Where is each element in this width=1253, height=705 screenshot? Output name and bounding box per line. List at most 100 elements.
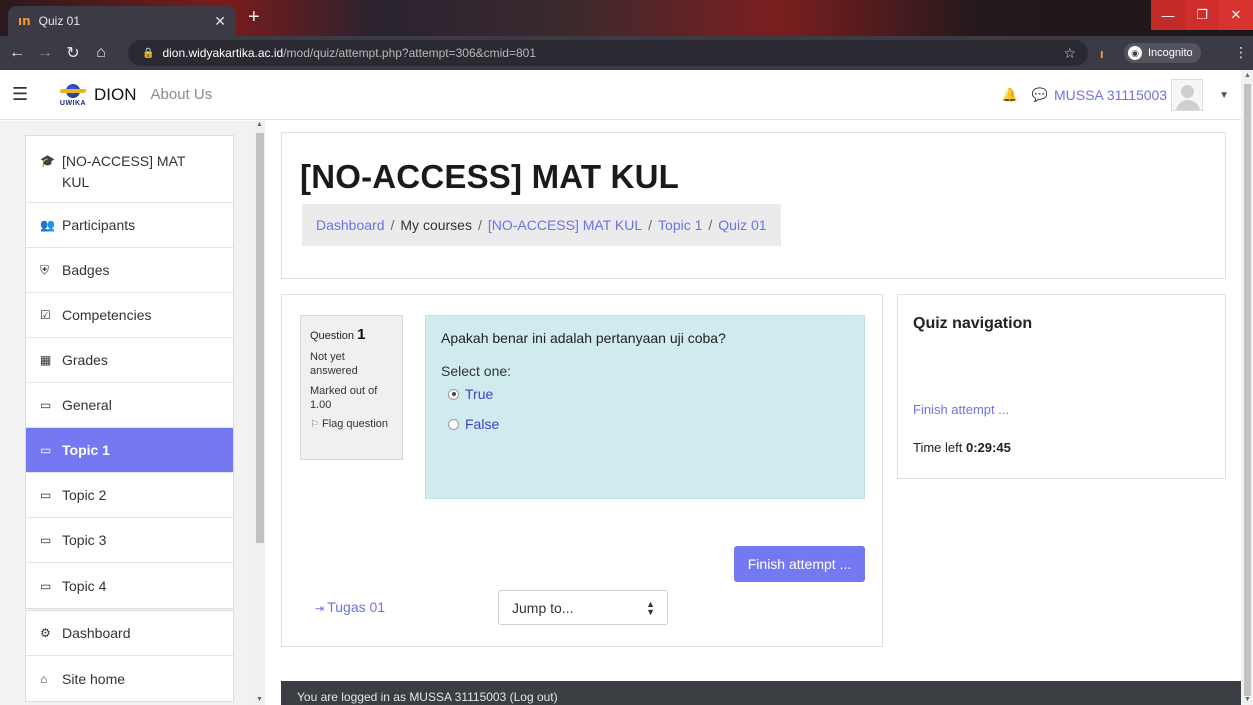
jump-to-value: Jump to...: [512, 599, 574, 616]
forward-icon[interactable]: →: [34, 44, 56, 62]
user-menu-caret-icon[interactable]: ▼: [1219, 90, 1229, 101]
site-logo[interactable]: UWIKA: [52, 82, 94, 107]
radio-false[interactable]: [448, 418, 459, 430]
jump-to-select[interactable]: Jump to... ▲ ▼: [498, 590, 668, 625]
users-icon: 👥: [40, 218, 55, 232]
footer-login-info: You are logged in as MUSSA 31115003 (Log…: [297, 690, 558, 704]
previous-activity-link[interactable]: ⇥ Tugas 01: [315, 599, 385, 615]
time-left: Time left 0:29:45: [913, 440, 1011, 455]
scroll-up-icon[interactable]: ▲: [256, 121, 263, 128]
sidebar-item-label: Participants: [62, 217, 136, 233]
incognito-label: Incognito: [1148, 47, 1193, 59]
sidebar-item-label: Topic 4: [62, 577, 107, 594]
finish-attempt-button[interactable]: Finish attempt ...: [734, 546, 865, 582]
sidebar-item-label: Badges: [62, 262, 110, 278]
answer-label-false: False: [465, 416, 500, 432]
sidebar-item-topic-2[interactable]: ▭ Topic 2: [26, 473, 233, 518]
question-mark: Marked out of 1.00: [310, 385, 378, 411]
browser-menu-icon[interactable]: ⋮: [1234, 44, 1248, 61]
sidebar-scroll-thumb[interactable]: [256, 133, 264, 543]
sidebar-item-dashboard[interactable]: ⚙ Dashboard: [26, 611, 233, 656]
breadcrumb-separator: /: [708, 217, 713, 233]
table-icon: ▦: [40, 353, 52, 367]
quiz-navigation-block: Quiz navigation Finish attempt ... Time …: [897, 294, 1226, 479]
sidebar-item-label: Dashboard: [62, 625, 131, 641]
home-browser-icon[interactable]: ⌂: [90, 44, 112, 62]
sidebar-item-participants[interactable]: 👥 Participants: [26, 203, 233, 248]
user-name-link[interactable]: MUSSA 31115003: [1054, 87, 1167, 103]
incognito-badge[interactable]: ◉ Incognito: [1124, 43, 1201, 63]
sidebar-scrollbar[interactable]: ▲ ▼: [254, 121, 265, 705]
sidebar-item-label: Topic 1: [62, 442, 110, 458]
finish-attempt-link[interactable]: Finish attempt ...: [913, 402, 1009, 417]
answer-label-true: True: [465, 386, 494, 402]
scroll-down-icon[interactable]: ▼: [256, 696, 263, 703]
page-title: [NO-ACCESS] MAT KUL: [300, 158, 679, 195]
moodle-favicon-icon: ın: [18, 14, 31, 28]
globe-logo-icon: [60, 82, 86, 100]
logo-text: UWIKA: [59, 100, 87, 107]
scroll-up-icon[interactable]: ▲: [1244, 72, 1251, 79]
flag-icon: ⚐: [310, 419, 319, 430]
sidebar-item-topic-1[interactable]: ▭ Topic 1: [26, 428, 233, 473]
arrow-left-icon: ⇥: [315, 603, 325, 615]
flag-question-button[interactable]: ⚐ Flag question: [310, 418, 402, 430]
question-info: Question 1 Not yet answered Marked out o…: [300, 315, 403, 460]
minimize-icon[interactable]: —: [1151, 0, 1185, 30]
sidebar-item-general[interactable]: ▭ General: [26, 383, 233, 428]
breadcrumb-separator: /: [648, 217, 653, 233]
flag-question-label: Flag question: [321, 418, 389, 430]
sidebar-item-course[interactable]: 🎓 [NO-ACCESS] MAT KUL: [26, 136, 233, 203]
sidebar-item-badges[interactable]: ⛨ Badges: [26, 248, 233, 293]
bookmark-star-icon[interactable]: ☆: [1063, 45, 1076, 62]
time-left-value: 0:29:45: [965, 440, 1011, 455]
previous-activity-label: Tugas 01: [327, 599, 386, 615]
messages-chat-icon[interactable]: 💬: [1032, 87, 1048, 103]
sidebar-site-group: ⚙ Dashboard ⌂ Site home: [25, 610, 234, 702]
address-bar[interactable]: 🔒 dion.widyakartika.ac.id /mod/quiz/atte…: [128, 40, 1088, 66]
answer-option-true[interactable]: True: [448, 385, 849, 403]
browser-tab[interactable]: ın Quiz 01 ✕: [8, 6, 236, 36]
avatar[interactable]: [1171, 79, 1204, 111]
user-menu-area: 🔔 💬 MUSSA 31115003 ▼: [1002, 70, 1241, 120]
about-us-link[interactable]: About Us: [151, 86, 213, 103]
sidebar-item-competencies[interactable]: ☑ Competencies: [26, 293, 233, 338]
breadcrumb-course[interactable]: [NO-ACCESS] MAT KUL: [488, 217, 642, 233]
page-scrollbar[interactable]: ▲ ▼: [1241, 70, 1253, 705]
sidebar-item-grades[interactable]: ▦ Grades: [26, 338, 233, 383]
url-path: /mod/quiz/attempt.php?attempt=306&cmid=8…: [283, 46, 537, 60]
notifications-bell-icon[interactable]: 🔔: [1002, 87, 1018, 103]
sidebar-item-label: Topic 2: [62, 487, 107, 503]
reload-icon[interactable]: ↻: [62, 43, 84, 63]
extension-icon[interactable]: ı: [1100, 46, 1104, 61]
restore-icon[interactable]: ❐: [1185, 0, 1219, 30]
window-close-icon[interactable]: ✕: [1219, 0, 1253, 30]
scroll-down-icon[interactable]: ▼: [1244, 696, 1251, 703]
answer-option-false[interactable]: False: [448, 415, 849, 433]
folder-icon: ▭: [40, 488, 52, 502]
site-brand[interactable]: DION: [94, 85, 137, 105]
sidebar-item-topic-4[interactable]: ▭ Topic 4: [26, 563, 233, 608]
sidebar-item-site-home[interactable]: ⌂ Site home: [26, 656, 233, 701]
breadcrumb-dashboard[interactable]: Dashboard: [316, 217, 385, 233]
breadcrumb-topic[interactable]: Topic 1: [658, 217, 702, 233]
shield-icon: ⛨: [40, 262, 50, 277]
sidebar-item-label: Competencies: [62, 307, 152, 323]
browser-tab-bar: ın Quiz 01 ✕ + — ❐ ✕: [0, 0, 1253, 36]
folder-icon: ▭: [40, 533, 52, 547]
sidebar-item-topic-3[interactable]: ▭ Topic 3: [26, 518, 233, 563]
page-scroll-thumb[interactable]: [1244, 84, 1251, 696]
hamburger-menu-icon[interactable]: ☰: [12, 84, 32, 105]
browser-toolbar: ← → ↻ ⌂ 🔒 dion.widyakartika.ac.id /mod/q…: [0, 36, 1253, 70]
breadcrumb-quiz[interactable]: Quiz 01: [718, 217, 766, 233]
sidebar-item-label: General: [62, 397, 112, 413]
new-tab-icon[interactable]: +: [248, 6, 260, 28]
folder-icon: ▭: [40, 398, 52, 412]
window-controls: — ❐ ✕: [1151, 0, 1253, 30]
tab-close-icon[interactable]: ✕: [214, 13, 226, 30]
graduation-cap-icon: 🎓: [40, 154, 55, 168]
select-one-prompt: Select one:: [441, 363, 512, 379]
site-navbar: ☰ UWIKA DION About Us 🔔 💬 MUSSA 31115003…: [0, 70, 1241, 120]
radio-true[interactable]: [448, 388, 459, 400]
back-icon[interactable]: ←: [6, 44, 28, 62]
